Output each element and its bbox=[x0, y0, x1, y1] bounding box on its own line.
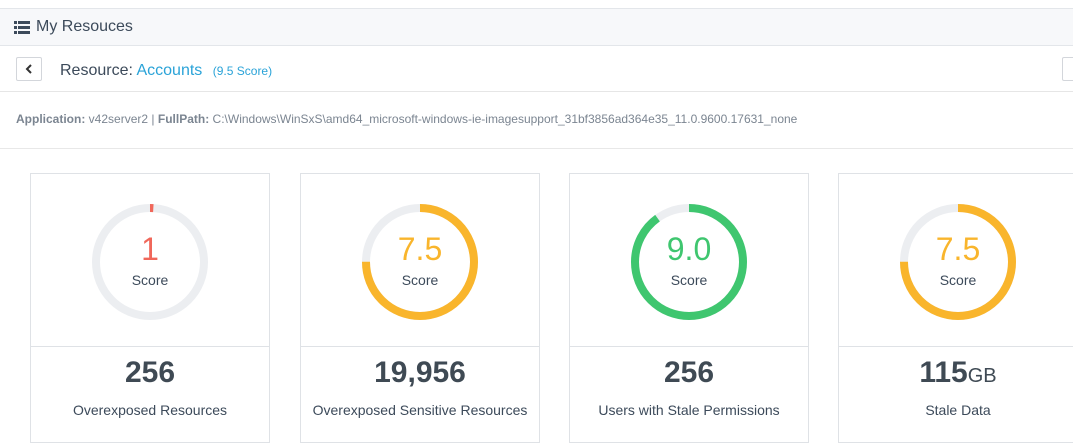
score-value: 7.5 bbox=[935, 231, 981, 267]
gauge-area: 1 Score bbox=[31, 174, 269, 346]
card-divider bbox=[839, 346, 1073, 347]
metric-number: 19,956 bbox=[374, 356, 466, 389]
metric-value: 19,956 bbox=[301, 356, 539, 390]
metric-card-stale-permissions: 9.0 Score 256 Users with Stale Permissio… bbox=[569, 173, 809, 443]
chevron-left-icon bbox=[25, 64, 32, 74]
page-header: My Resouces bbox=[0, 8, 1073, 46]
gauge-area: 7.5 Score bbox=[839, 174, 1073, 346]
card-divider bbox=[31, 346, 269, 347]
resource-label: Resource: bbox=[60, 62, 133, 79]
score-value: 7.5 bbox=[397, 231, 443, 267]
metric-card-stale-data: 7.5 Score 115GB Stale Data bbox=[838, 173, 1073, 443]
metric-number: 115 bbox=[919, 356, 968, 389]
score-label: Score bbox=[131, 272, 169, 288]
gauge-area: 9.0 Score bbox=[570, 174, 808, 346]
metric-card-overexposed-resources: 1 Score 256 Overexposed Resources bbox=[30, 173, 270, 443]
section-divider bbox=[0, 148, 1073, 149]
fullpath-label: FullPath: bbox=[157, 112, 210, 126]
metric-label: Overexposed Sensitive Resources bbox=[312, 402, 528, 418]
list-icon bbox=[14, 20, 30, 34]
metric-label: Overexposed Resources bbox=[72, 402, 228, 418]
fullpath-value: C:\Windows\WinSxS\amd64_microsoft-window… bbox=[212, 112, 798, 126]
application-label: Application: bbox=[16, 112, 86, 126]
score-label: Score bbox=[939, 272, 977, 288]
application-value: v42server2 bbox=[88, 112, 149, 126]
gauge-area: 7.5 Score bbox=[301, 174, 539, 346]
score-value: 1 bbox=[141, 231, 159, 267]
score-label: Score bbox=[401, 272, 439, 288]
metric-value: 256 bbox=[31, 356, 269, 390]
score-label: Score bbox=[670, 272, 708, 288]
card-divider bbox=[301, 346, 539, 347]
page-title: My Resouces bbox=[36, 18, 133, 35]
resource-title: Resource: Accounts (9.5 Score) bbox=[60, 62, 272, 80]
resource-name-link[interactable]: Accounts bbox=[136, 62, 202, 79]
metric-number: 256 bbox=[124, 356, 176, 389]
toolbar-button[interactable] bbox=[1062, 57, 1073, 81]
info-divider: | bbox=[151, 112, 155, 126]
back-button[interactable] bbox=[16, 57, 42, 81]
metric-number: 256 bbox=[663, 356, 715, 389]
metric-value: 115GB bbox=[839, 356, 1073, 390]
resource-score: (9.5 Score) bbox=[212, 64, 273, 78]
resource-bar: Resource: Accounts (9.5 Score) bbox=[0, 46, 1073, 92]
metric-label: Stale Data bbox=[925, 402, 991, 418]
application-info: Application: v42server2 | FullPath: C:\W… bbox=[16, 112, 797, 126]
card-divider bbox=[570, 346, 808, 347]
metric-label: Users with Stale Permissions bbox=[598, 402, 780, 418]
metric-value: 256 bbox=[570, 356, 808, 390]
metric-unit: GB bbox=[967, 365, 997, 387]
metric-card-overexposed-sensitive-resources: 7.5 Score 19,956 Overexposed Sensitive R… bbox=[300, 173, 540, 443]
score-value: 9.0 bbox=[666, 231, 712, 267]
